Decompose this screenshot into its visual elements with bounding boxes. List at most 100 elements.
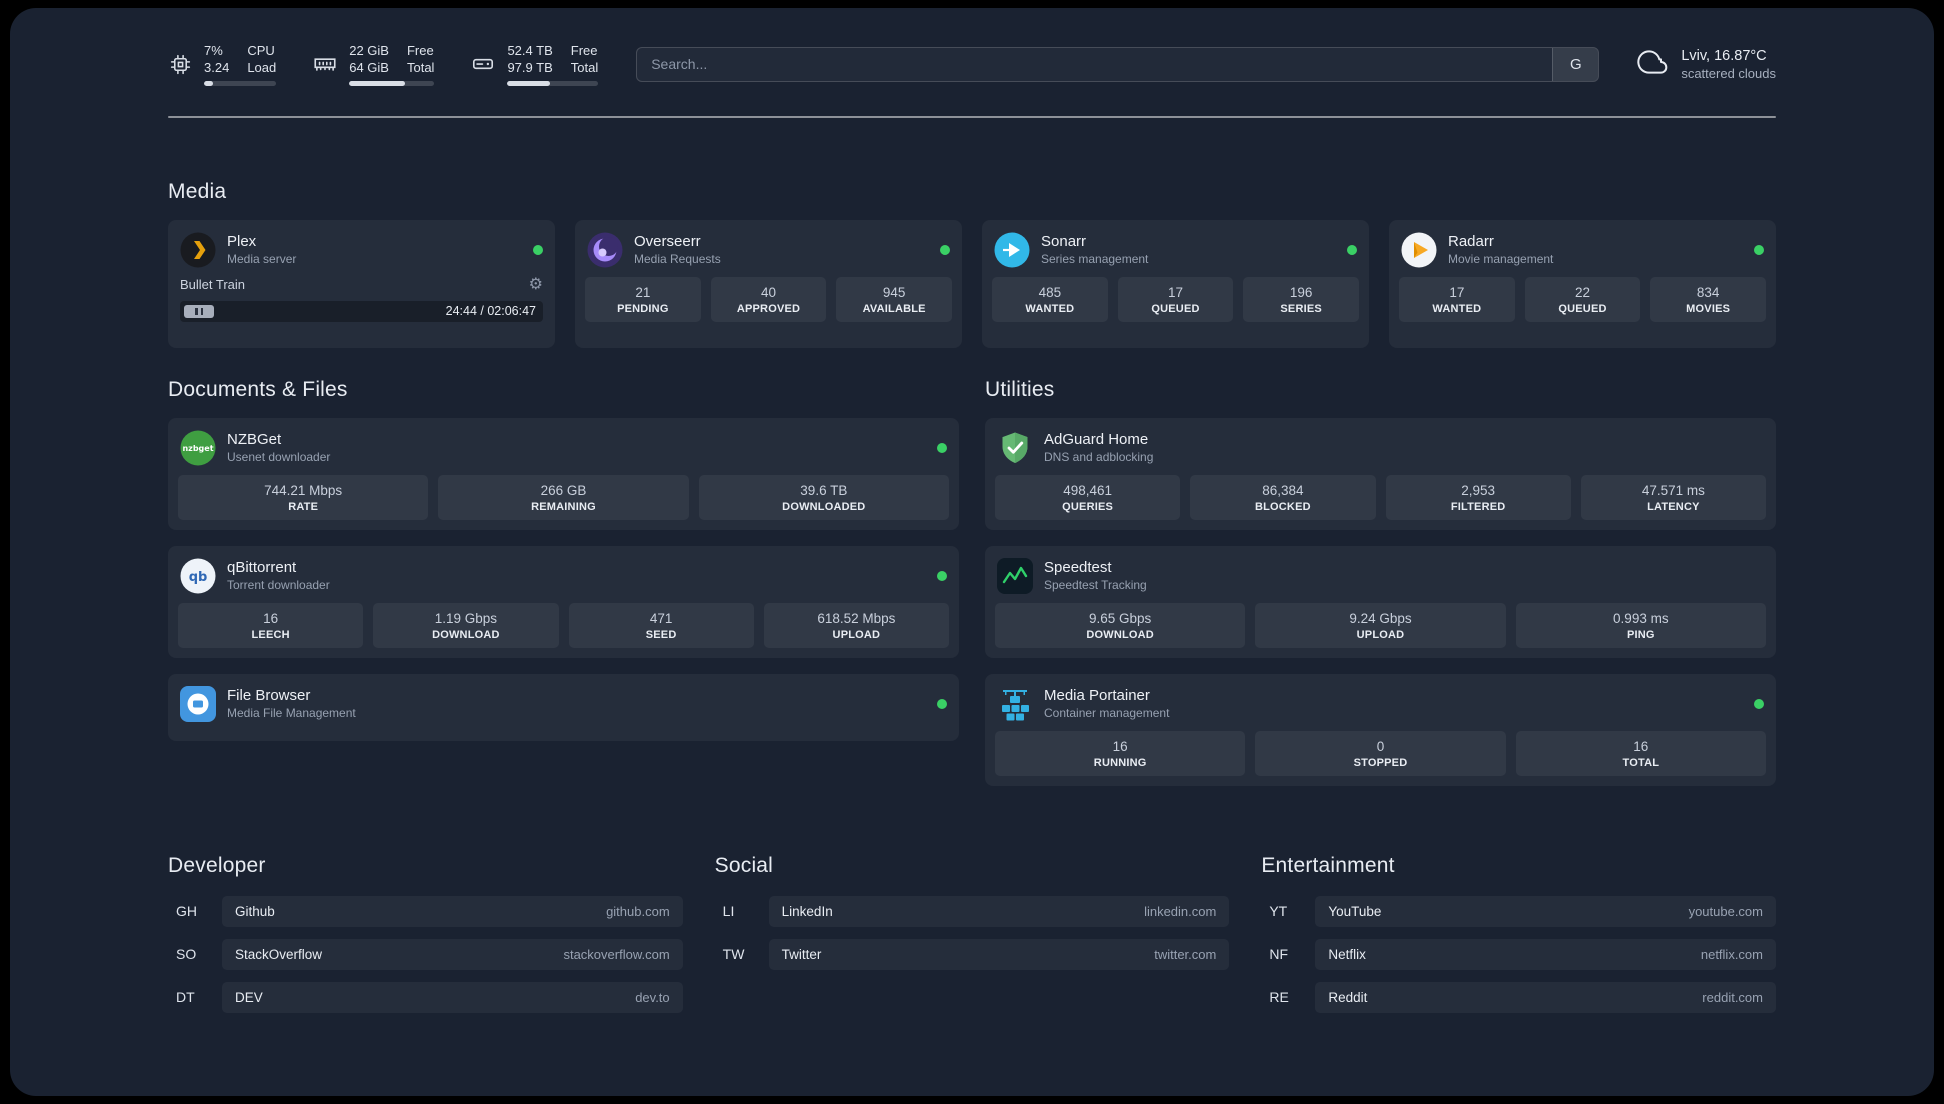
service-header: AdGuard Home DNS and adblocking [995,428,1766,475]
bookmark-name: Github [235,903,275,919]
bookmark-pill[interactable]: DEV dev.to [222,981,683,1013]
resource-value-bottom: 64 GiB [349,59,389,75]
stat-approved: 40 APPROVED [710,276,827,322]
service-card-radarr[interactable]: Radarr Movie management 17 WANTED 22 QUEUED 83… [1389,219,1776,348]
search-input[interactable] [637,47,1553,81]
sonarr-icon [994,232,1030,268]
search-provider-button[interactable]: G [1552,47,1599,81]
resource-label-bottom: Total [406,59,435,75]
bookmark-abbr: SO [176,946,197,962]
service-name: NZBGet [227,431,282,448]
gear-icon[interactable]: ⚙ [529,276,543,293]
stat-wanted: 485 WANTED [992,276,1108,322]
service-subtitle: Usenet downloader [227,450,331,464]
status-dot-online [937,570,947,581]
bookmark-pill[interactable]: Netflix netflix.com [1315,938,1776,970]
service-subtitle: Media Requests [634,252,721,266]
bookmark-pill[interactable]: StackOverflow stackoverflow.com [222,938,683,970]
service-subtitle: Media server [227,252,297,266]
stat-label: MOVIES [1686,302,1731,315]
service-card-nzbget[interactable]: nzbget NZBGet Usenet downloader 744.21 Mbps… [168,417,959,530]
bookmark-url: dev.to [635,989,670,1005]
bookmark-pill[interactable]: LinkedIn linkedin.com [768,895,1230,927]
service-stats: 21 PENDING 40 APPROVED 945 AVAILABLE [585,276,953,322]
resource-body: 52.4 TB 97.9 TB Free Total [507,43,599,86]
bookmark-group-social: Social LI LinkedIn linkedin.com TW Twitter twi… [715,854,1230,982]
resource-widget-cpu: 7% 3.24 CPU Load [168,43,277,86]
bookmark-name: DEV [235,989,263,1005]
stat-value: 744.21 Mbps [264,482,343,498]
bookmark-netflix[interactable]: NF Netflix netflix.com [1261,938,1776,970]
stat-value: 40 [760,284,777,300]
service-titles: qBittorrent Torrent downloader [227,559,330,592]
stat-value: 266 GB [540,482,587,498]
bookmark-youtube[interactable]: YT YouTube youtube.com [1261,895,1776,927]
bookmark-reddit[interactable]: RE Reddit reddit.com [1261,981,1776,1013]
nzbget-icon: nzbget [180,430,216,466]
service-titles: Media Portainer Container management [1044,687,1169,720]
bookmark-stackoverflow[interactable]: SO StackOverflow stackoverflow.com [168,938,683,970]
stat-upload: 9.24 Gbps UPLOAD [1255,602,1506,648]
stat-queries: 498,461 QUERIES [995,474,1181,520]
pause-button[interactable] [184,304,214,318]
service-stats: 16 LEECH 1.19 Gbps DOWNLOAD 471 SEED 618.52 Mb… [178,602,949,648]
bookmark-name: YouTube [1328,903,1382,919]
bookmark-pill[interactable]: Twitter twitter.com [768,938,1230,970]
cloud-icon [1637,46,1669,83]
bookmark-twitter[interactable]: TW Twitter twitter.com [715,938,1230,970]
service-card-file-browser[interactable]: File Browser Media File Management [168,673,959,741]
service-card-overseerr[interactable]: Overseerr Media Requests 21 PENDING 40 APPROV… [575,219,962,348]
service-name: Sonarr [1041,233,1087,250]
resource-values: 22 GiB 64 GiB Free Total [349,43,434,77]
stat-leech: 16 LEECH [178,602,364,648]
stat-label: SERIES [1280,302,1322,315]
service-name: qBittorrent [227,559,297,576]
service-card-qbittorrent[interactable]: qb qBittorrent Torrent downloader 16 LEECH 1.… [168,545,959,658]
service-name: Plex [227,233,257,250]
service-card-media-portainer[interactable]: Media Portainer Container management 16 RUN… [985,673,1776,786]
resource-values: 52.4 TB 97.9 TB Free Total [507,43,598,77]
bookmark-linkedin[interactable]: LI LinkedIn linkedin.com [715,895,1230,927]
service-header: Speedtest Speedtest Tracking [995,556,1766,603]
service-card-plex[interactable]: Plex Media server Bullet Train ⚙ 24:44 / 02:… [168,219,555,348]
bookmark-abbr: RE [1269,989,1289,1005]
bookmark-pill[interactable]: Github github.com [222,895,683,927]
stat-value: 618.52 Mbps [817,610,896,626]
service-card-sonarr[interactable]: Sonarr Series management 485 WANTED 17 QUEUED… [982,219,1369,348]
section-title-documents: Documents & Files [168,377,348,401]
status-dot-online [1754,698,1764,709]
service-card-speedtest[interactable]: Speedtest Speedtest Tracking 9.65 Gbps DOWN… [985,545,1776,658]
bookmark-dev[interactable]: DT DEV dev.to [168,981,683,1013]
bookmark-pill[interactable]: YouTube youtube.com [1315,895,1776,927]
bookmark-group-title: Developer [168,853,266,877]
playback-bar[interactable]: 24:44 / 02:06:47 [180,300,543,322]
service-name: Radarr [1448,233,1494,250]
section-utilities: Utilities AdGuard Home DNS and adblocking… [985,378,1776,786]
resource-labels-column: Free Total [407,43,434,77]
stat-label: AVAILABLE [862,302,926,315]
bookmark-groups: Developer GH Github github.com SO StackOverfl… [168,854,1776,1025]
pause-bar [200,307,203,315]
stat-label: UPLOAD [1356,628,1405,641]
stat-remaining: 266 GB REMAINING [438,474,689,520]
service-card-adguard-home[interactable]: AdGuard Home DNS and adblocking 498,461 QUE… [985,417,1776,530]
stat-label: WANTED [1432,302,1482,315]
stat-label: DOWNLOAD [1086,628,1154,641]
service-subtitle: Movie management [1448,252,1554,266]
stat-rate: 744.21 Mbps RATE [178,474,429,520]
stat-seed: 471 SEED [568,602,754,648]
resource-value-bottom: 97.9 TB [507,59,553,75]
stat-download: 1.19 Gbps DOWNLOAD [373,602,559,648]
bookmark-pill[interactable]: Reddit reddit.com [1315,981,1776,1013]
documents-cards: nzbget NZBGet Usenet downloader 744.21 Mbps… [168,417,959,741]
stat-label: REMAINING [531,500,596,513]
bookmark-group-entertainment: Entertainment YT YouTube youtube.com NF Netfl… [1261,854,1776,1025]
service-header: Radarr Movie management [1399,230,1766,277]
stat-label: BLOCKED [1254,500,1311,513]
resource-label-bottom: Load [247,59,277,75]
resource-labels-column: CPU Load [247,43,276,77]
bookmark-github[interactable]: GH Github github.com [168,895,683,927]
status-dot-online [533,244,543,255]
service-header: File Browser Media File Management [178,684,949,731]
stat-filtered: 2,953 FILTERED [1385,474,1571,520]
